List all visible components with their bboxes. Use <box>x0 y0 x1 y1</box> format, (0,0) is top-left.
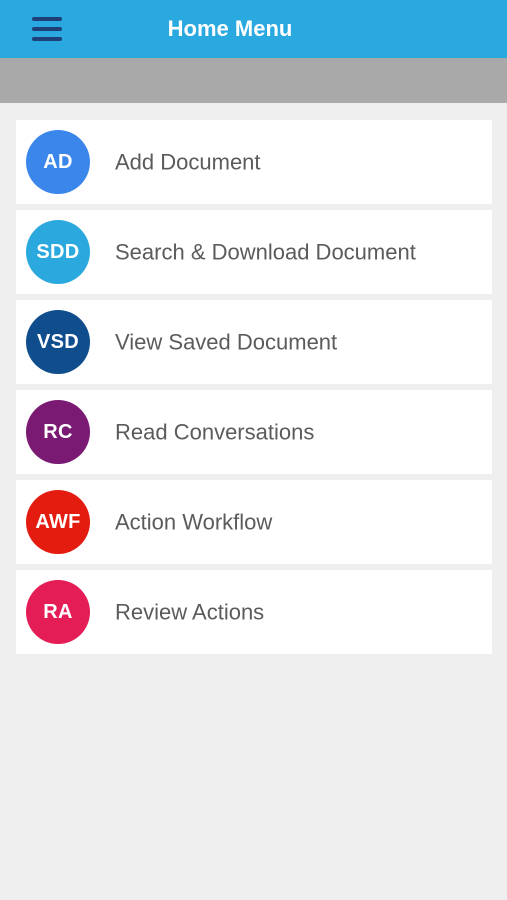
view-saved-document-badge-icon: VSD <box>26 310 90 374</box>
read-conversations-badge-icon: RC <box>26 400 90 464</box>
page-title: Home Menu <box>167 16 293 41</box>
review-actions-badge-icon: RA <box>26 580 90 644</box>
review-actions-menu-item[interactable]: RA Review Actions <box>16 570 492 654</box>
app-bar: Home Menu <box>0 0 507 58</box>
home-menu-list: AD Add Document SDD Search & Download Do… <box>16 120 492 660</box>
read-conversations-menu-item[interactable]: RC Read Conversations <box>16 390 492 474</box>
search-download-document-menu-item[interactable]: SDD Search & Download Document <box>16 210 492 294</box>
view-saved-document-label: View Saved Document <box>115 329 338 355</box>
search-download-document-badge-icon: SDD <box>26 220 90 284</box>
add-document-badge-icon: AD <box>26 130 90 194</box>
view-saved-document-menu-item[interactable]: VSD View Saved Document <box>16 300 492 384</box>
add-document-label: Add Document <box>115 149 261 175</box>
search-download-document-label: Search & Download Document <box>115 239 416 265</box>
action-workflow-badge-icon: AWF <box>26 490 90 554</box>
sub-toolbar <box>0 58 507 103</box>
read-conversations-label: Read Conversations <box>115 419 315 445</box>
action-workflow-menu-item[interactable]: AWF Action Workflow <box>16 480 492 564</box>
review-actions-label: Review Actions <box>115 599 265 625</box>
add-document-menu-item[interactable]: AD Add Document <box>16 120 492 204</box>
action-workflow-label: Action Workflow <box>115 509 273 535</box>
